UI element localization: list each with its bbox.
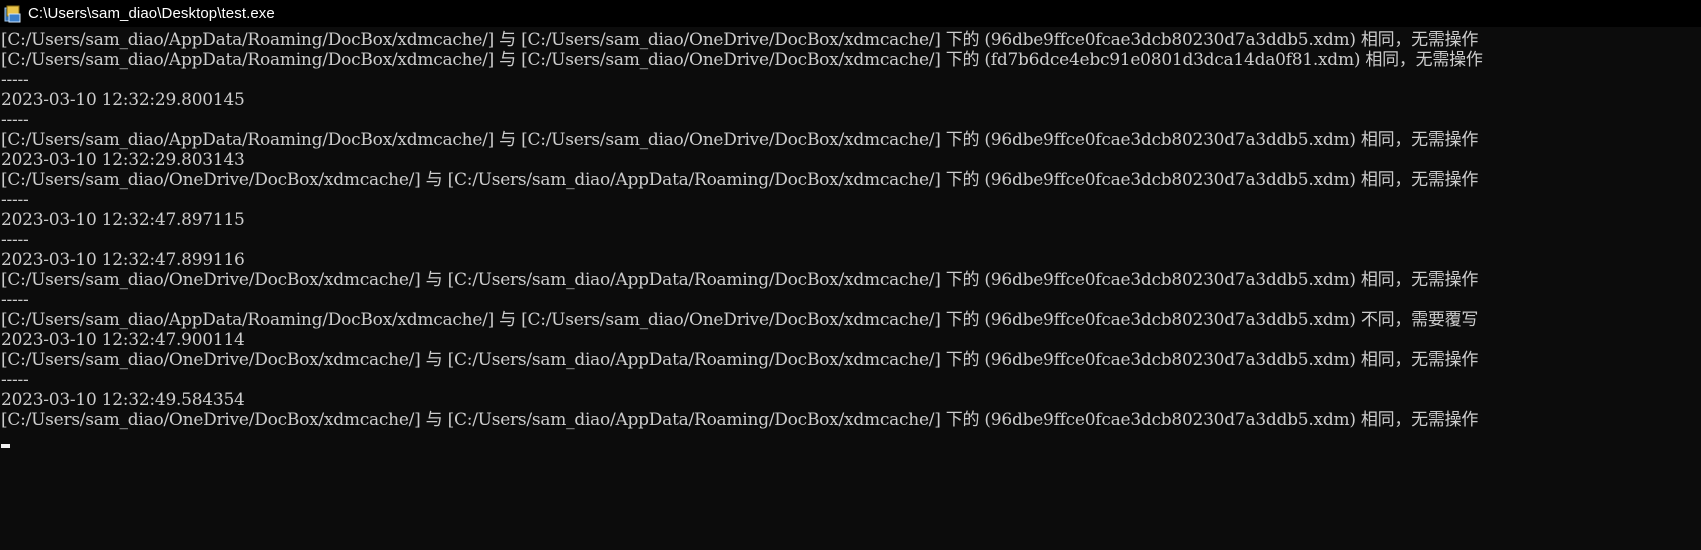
console-line: [C:/Users/sam_diao/AppData/Roaming/DocBo… <box>1 30 1479 50</box>
console-line: ----- <box>1 290 29 310</box>
console-line: [C:/Users/sam_diao/AppData/Roaming/DocBo… <box>1 50 1483 70</box>
title-bar[interactable]: C:\Users\sam_diao\Desktop\test.exe <box>0 0 1701 27</box>
console-line: 2023-03-10 12:32:47.900114 <box>1 330 245 350</box>
console-line: 2023-03-10 12:32:29.800145 <box>1 90 245 110</box>
console-output[interactable]: [C:/Users/sam_diao/AppData/Roaming/DocBo… <box>0 30 1701 550</box>
console-line: ----- <box>1 370 29 390</box>
console-line: [C:/Users/sam_diao/OneDrive/DocBox/xdmca… <box>1 170 1479 190</box>
console-line: [C:/Users/sam_diao/AppData/Roaming/DocBo… <box>1 130 1479 150</box>
window-title: C:\Users\sam_diao\Desktop\test.exe <box>28 5 275 22</box>
console-line: ----- <box>1 230 29 250</box>
console-app-icon[interactable] <box>4 5 22 23</box>
console-line: ----- <box>1 70 29 90</box>
console-line: 2023-03-10 12:32:47.899116 <box>1 250 245 270</box>
console-line: ----- <box>1 110 29 130</box>
console-line: [C:/Users/sam_diao/OneDrive/DocBox/xdmca… <box>1 350 1479 370</box>
console-line: [C:/Users/sam_diao/AppData/Roaming/DocBo… <box>1 310 1479 330</box>
console-line: ----- <box>1 190 29 210</box>
console-line: [C:/Users/sam_diao/OneDrive/DocBox/xdmca… <box>1 270 1479 290</box>
console-line: 2023-03-10 12:32:29.803143 <box>1 150 245 170</box>
console-line: 2023-03-10 12:32:49.584354 <box>1 390 245 410</box>
text-cursor <box>1 444 10 448</box>
console-line: 2023-03-10 12:32:47.897115 <box>1 210 245 230</box>
console-line: [C:/Users/sam_diao/OneDrive/DocBox/xdmca… <box>1 410 1479 430</box>
